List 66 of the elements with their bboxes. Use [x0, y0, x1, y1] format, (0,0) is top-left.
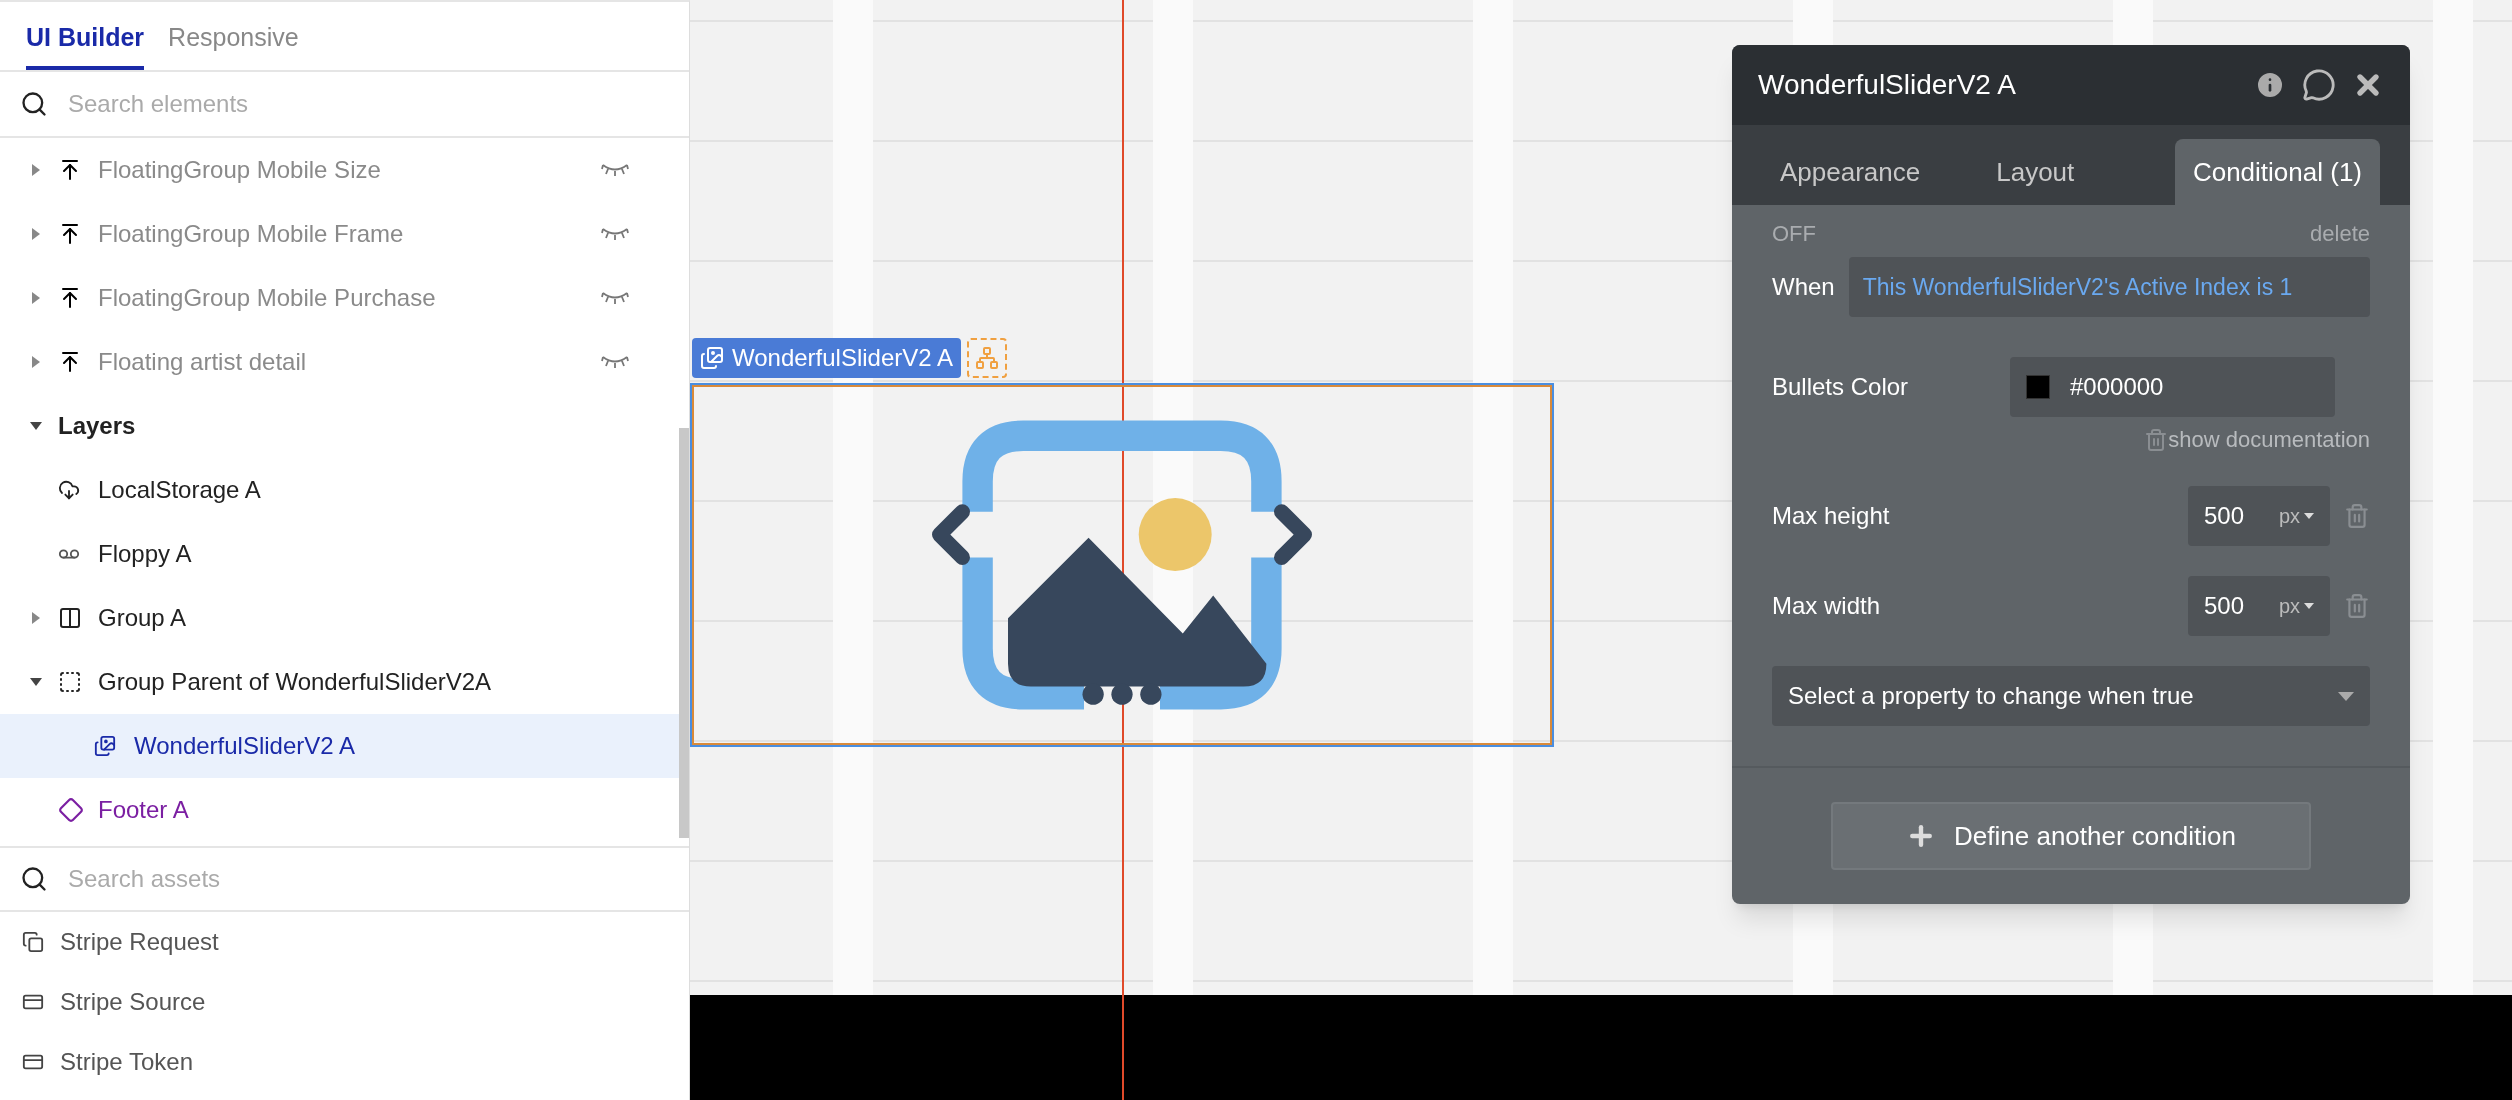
color-field[interactable]: #000000 — [2010, 357, 2335, 417]
layer-name: Layers — [58, 411, 136, 441]
condition-status: OFF — [1772, 219, 1816, 248]
layer-row[interactable]: Layers — [0, 394, 679, 458]
panel-title: WonderfulSliderV2 A — [1758, 68, 2017, 102]
hierarchy-icon — [975, 346, 999, 370]
layer-name: Group Parent of WonderfulSliderV2A — [98, 667, 492, 697]
when-label: When — [1772, 272, 1835, 302]
cloud-download-icon — [58, 479, 80, 501]
search-icon — [20, 90, 48, 118]
asset-name: Stripe Token — [60, 1047, 193, 1077]
search-icon — [20, 865, 48, 893]
layer-name: Floating artist detail — [98, 347, 307, 377]
layer-row[interactable]: Group A — [0, 586, 679, 650]
number-field[interactable]: 500 px — [2188, 576, 2330, 636]
panel-tab[interactable]: Appearance — [1762, 139, 1939, 205]
asset-name: Stripe Source — [60, 987, 206, 1017]
asset-row[interactable]: Stripe Request — [0, 912, 689, 972]
layer-row[interactable]: Group Parent of WonderfulSliderV2A — [0, 650, 679, 714]
closed-eye-icon[interactable] — [601, 226, 629, 242]
selected-element[interactable] — [692, 385, 1552, 745]
layer-name: WonderfulSliderV2 A — [134, 731, 355, 761]
dashed-square-icon — [58, 670, 82, 694]
search-field[interactable]: Search elements — [68, 86, 669, 122]
layer-name: Footer A — [98, 795, 189, 825]
asset-row[interactable]: Stripe Source — [0, 972, 689, 1032]
layer-name: FloatingGroup Mobile Frame — [98, 219, 404, 249]
property-select[interactable]: Select a property to change when true — [1772, 666, 2370, 726]
property-label: Max height — [1772, 501, 1891, 531]
closed-eye-icon[interactable] — [601, 354, 629, 370]
layer-name: Floppy A — [98, 539, 192, 569]
asset-row[interactable]: Stripe Token — [0, 1032, 689, 1092]
element-label[interactable]: WonderfulSliderV2 A — [692, 338, 961, 378]
layer-row[interactable]: LocalStorage A — [0, 458, 679, 522]
layer-name: LocalStorage A — [98, 475, 261, 505]
comment-icon[interactable] — [2302, 68, 2336, 102]
images-icon — [700, 346, 724, 370]
closed-eye-icon[interactable] — [601, 290, 629, 306]
images-icon — [94, 735, 116, 757]
layer-row[interactable]: WonderfulSliderV2 A — [0, 714, 679, 778]
property-label: Bullets Color — [1772, 372, 1910, 402]
columns-icon — [58, 606, 82, 630]
layer-name: FloatingGroup Mobile Size — [98, 155, 381, 185]
number-field[interactable]: 500 px — [2188, 486, 2330, 546]
layer-row[interactable]: Footer A — [0, 778, 679, 842]
layer-name: FloatingGroup Mobile Purchase — [98, 283, 436, 313]
panel-tab[interactable]: Layout — [1978, 139, 2093, 205]
scrollbar[interactable] — [679, 428, 689, 838]
panel-tab[interactable]: Conditional (1) — [2174, 139, 2380, 205]
layer-name: Group A — [98, 603, 187, 633]
diamond-icon — [58, 797, 84, 823]
dropdown-caret-icon[interactable] — [2338, 691, 2354, 701]
panel-tab[interactable]: Responsive — [168, 18, 299, 70]
search-field[interactable]: Search assets — [68, 861, 669, 897]
panel-tab[interactable]: UI Builder — [26, 18, 145, 70]
add-condition-button[interactable]: Define another condition — [1831, 802, 2311, 870]
unit-dropdown[interactable]: px — [2278, 591, 2314, 621]
layer-row[interactable]: Floppy A — [0, 522, 679, 586]
dropdown-caret-icon[interactable] — [2304, 513, 2314, 519]
color-swatch[interactable] — [2026, 375, 2050, 399]
dropdown-caret-icon[interactable] — [2304, 603, 2314, 609]
unit-dropdown[interactable]: px — [2278, 501, 2314, 531]
closed-eye-icon[interactable] — [601, 162, 629, 178]
property-label: Max width — [1772, 591, 1882, 621]
copy-icon — [22, 931, 44, 953]
asset-name: Stripe Request — [60, 927, 219, 957]
